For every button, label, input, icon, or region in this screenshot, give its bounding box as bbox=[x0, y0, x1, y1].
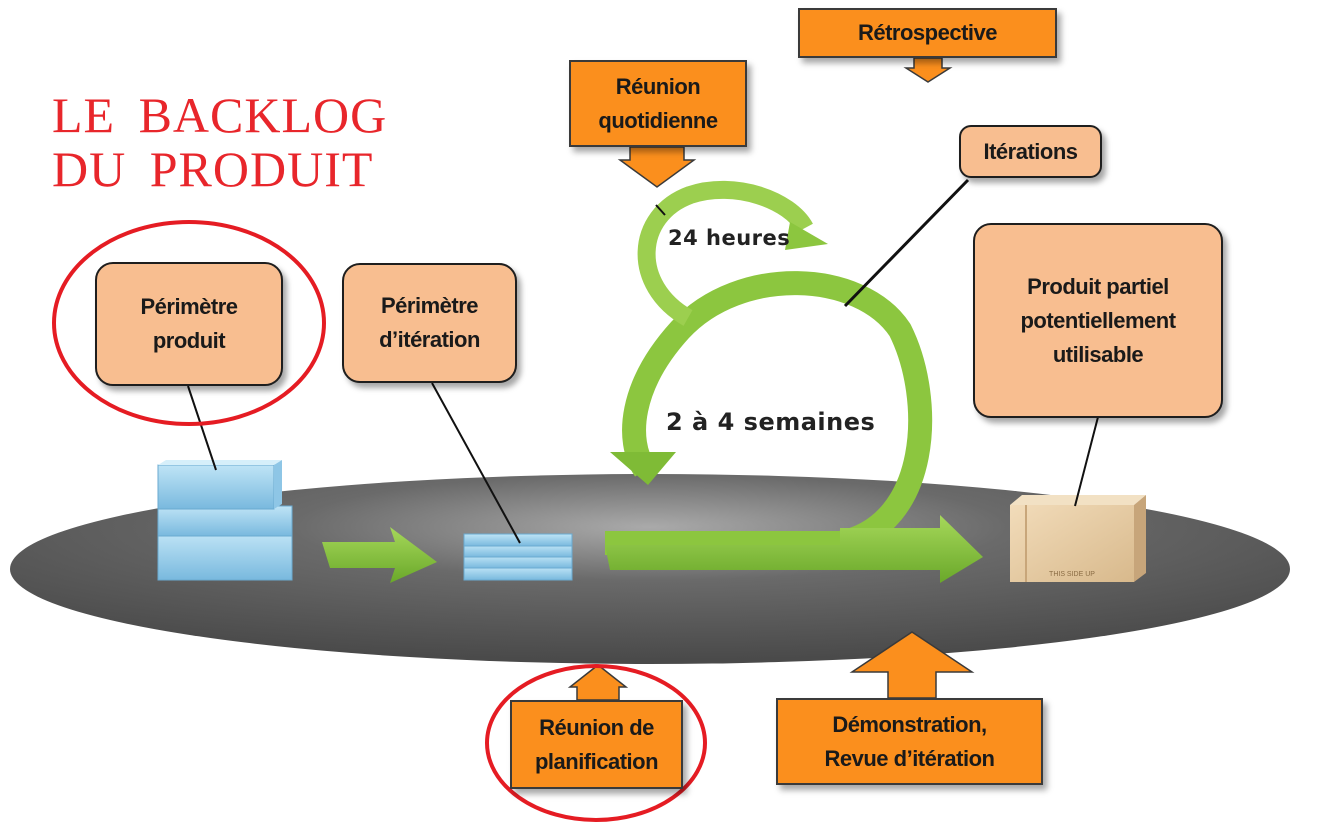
iteration-cycle-label: 2 à 4 semaines bbox=[666, 408, 876, 436]
product-scope-label: Périmètre produit bbox=[140, 294, 238, 353]
planning-meeting-box: Réunion de planification bbox=[510, 700, 683, 789]
daily-meeting-box: Réunion quotidienne bbox=[569, 60, 747, 147]
planning-meeting-label: Réunion de planification bbox=[534, 714, 659, 774]
box-label: THIS SIDE UP bbox=[1049, 571, 1095, 578]
iterations-label: Itérations bbox=[983, 138, 1078, 164]
daily-meeting-label: Réunion quotidienne bbox=[598, 73, 718, 133]
iterations-box: Itérations bbox=[959, 125, 1102, 178]
shipping-box-icon: THIS SIDE UP bbox=[1010, 495, 1146, 582]
iteration-scope-box: Périmètre d’itération bbox=[342, 263, 517, 383]
connector-line bbox=[1074, 416, 1099, 507]
connector-line bbox=[187, 385, 217, 471]
iteration-scope-label: Périmètre d’itération bbox=[379, 293, 480, 352]
daily-meeting-down-arrow-icon bbox=[617, 146, 697, 188]
retrospective-label: Rétrospective bbox=[857, 20, 998, 45]
diagram-title: LE BACKLOG DU PRODUIT bbox=[52, 88, 387, 196]
retrospective-box: Rétrospective bbox=[798, 8, 1057, 58]
demonstration-box: Démonstration, Revue d’itération bbox=[776, 698, 1043, 785]
daily-cycle-label: 24 heures bbox=[668, 226, 791, 250]
title-line-1: LE BACKLOG bbox=[52, 87, 388, 143]
connector-line bbox=[843, 178, 970, 308]
demonstration-label: Démonstration, Revue d’itération bbox=[824, 711, 995, 771]
title-line-2: DU PRODUIT bbox=[52, 141, 374, 197]
planning-up-arrow-icon bbox=[567, 664, 629, 701]
partial-product-label: Produit partiel potentiellement utilisab… bbox=[1020, 273, 1176, 367]
product-scope-box: Périmètre produit bbox=[95, 262, 283, 386]
product-backlog-stack-icon bbox=[157, 460, 293, 581]
partial-product-box: Produit partiel potentiellement utilisab… bbox=[973, 223, 1223, 418]
retro-down-arrow-icon bbox=[903, 57, 953, 83]
